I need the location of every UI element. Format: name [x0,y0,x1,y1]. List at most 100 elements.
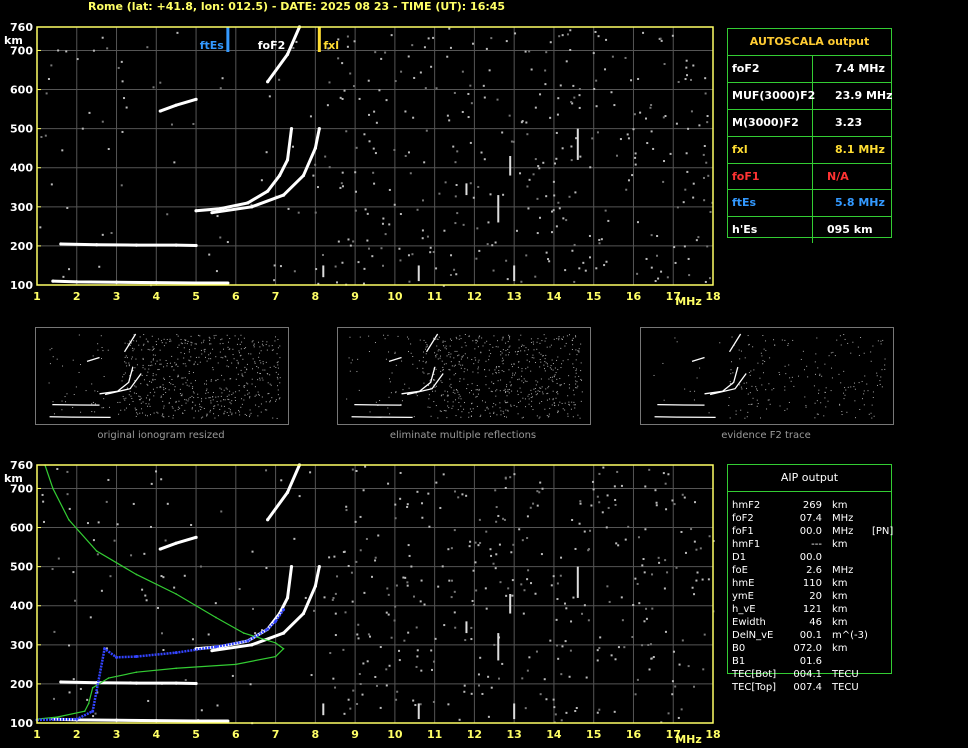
thumb-noise [520,334,522,336]
noise-dot [527,569,530,572]
thumb-noise [383,334,385,336]
noise-dot [121,130,124,133]
thumb-noise [233,358,235,360]
thumb-noise [457,355,459,357]
thumb-noise [101,358,103,360]
aip-u: TECU [832,669,859,680]
thumb-noise [134,385,136,387]
thumb-noise [134,407,136,409]
thumb-noise [486,340,488,342]
thumb-noise [231,362,233,364]
noise-dot [675,566,678,569]
noise-dot [164,539,167,542]
thumb-noise [831,377,833,379]
noise-dot [341,185,344,188]
noise-dot [332,597,335,600]
thumb-noise [235,367,237,369]
thumb-noise [209,411,211,413]
noise-dot [89,616,92,619]
thumb-noise [461,411,463,413]
thumb-noise [475,389,477,391]
noise-dot [207,633,210,636]
thumb-noise [817,367,819,369]
thumb-noise [169,338,171,340]
thumb-noise [184,363,186,365]
thumb-noise [117,401,119,403]
noise-dot [587,619,590,622]
noise-dot [121,80,124,83]
thumb-noise [100,335,102,337]
thumb-noise [177,409,179,411]
thumb-noise [179,393,181,395]
thumb-noise [439,357,441,359]
thumb-noise [877,340,879,342]
trace-point [134,655,138,659]
noise-dot [450,596,453,599]
noise-dot [574,547,577,550]
thumb-noise [155,374,157,376]
marker-label: fxl [323,39,339,52]
thumb-noise [500,350,502,352]
thumb-noise [199,403,201,405]
aip-u: km [832,539,848,550]
aip-v: 2.6 [806,565,822,576]
noise-dot [600,238,603,241]
thumb-noise [51,347,53,349]
thumb-noise [544,370,546,372]
noise-dot [645,117,648,120]
noise-dot [550,231,553,234]
noise-dot [598,242,601,245]
thumb-noise [499,390,501,392]
thumb-noise [505,409,507,411]
thumb-noise [508,354,510,356]
noise-dot [644,528,647,531]
noise-dot [465,494,468,497]
thumb-noise [240,406,242,408]
thumb-noise [498,369,500,371]
thumb-noise [410,352,412,354]
thumb-noise [61,409,63,411]
noise-dot [40,135,43,138]
echo-trace [52,717,228,723]
noise-dot [404,154,407,157]
noise-dot [439,506,442,509]
noise-dot [613,710,616,713]
thumb-noise [185,382,187,384]
thumb-noise [200,417,202,419]
thumb-noise [527,395,529,397]
noise-dot [395,584,398,587]
thumb-noise [876,372,878,374]
thumb-noise [490,390,492,392]
thumb-noise [200,349,202,351]
echo-trace [159,535,197,551]
thumb-noise [429,406,431,408]
autoscala-row: foF1 N/A [728,163,891,191]
noise-dot [357,637,360,640]
thumb-trace [86,356,100,362]
noise-dot [526,515,529,518]
thumb-noise [485,360,487,362]
aip-row: DelN_vE 00.1 m^(-3) [732,629,893,642]
thumb-noise [778,371,780,373]
thumb-noise [97,343,99,345]
thumb-noise [80,411,82,413]
profile-point [175,593,177,595]
thumb-noise [103,398,105,400]
noise-dot [498,543,501,546]
thumb-noise [279,357,281,359]
noise-dot [695,579,698,582]
noise-dot [125,106,128,109]
thumb-noise [413,416,415,418]
aip-v: --- [811,539,822,550]
thumb-noise [445,410,447,412]
noise-dot [345,509,348,512]
thumb-noise [739,358,741,360]
thumb-noise [580,378,582,380]
thumb-noise [543,334,545,336]
thumb-noise [163,387,165,389]
noise-dot [407,55,410,58]
noise-dot [446,114,449,117]
y-tick-label: 100 [10,279,33,292]
thumb-noise [553,338,555,340]
noise-dot [499,581,502,584]
